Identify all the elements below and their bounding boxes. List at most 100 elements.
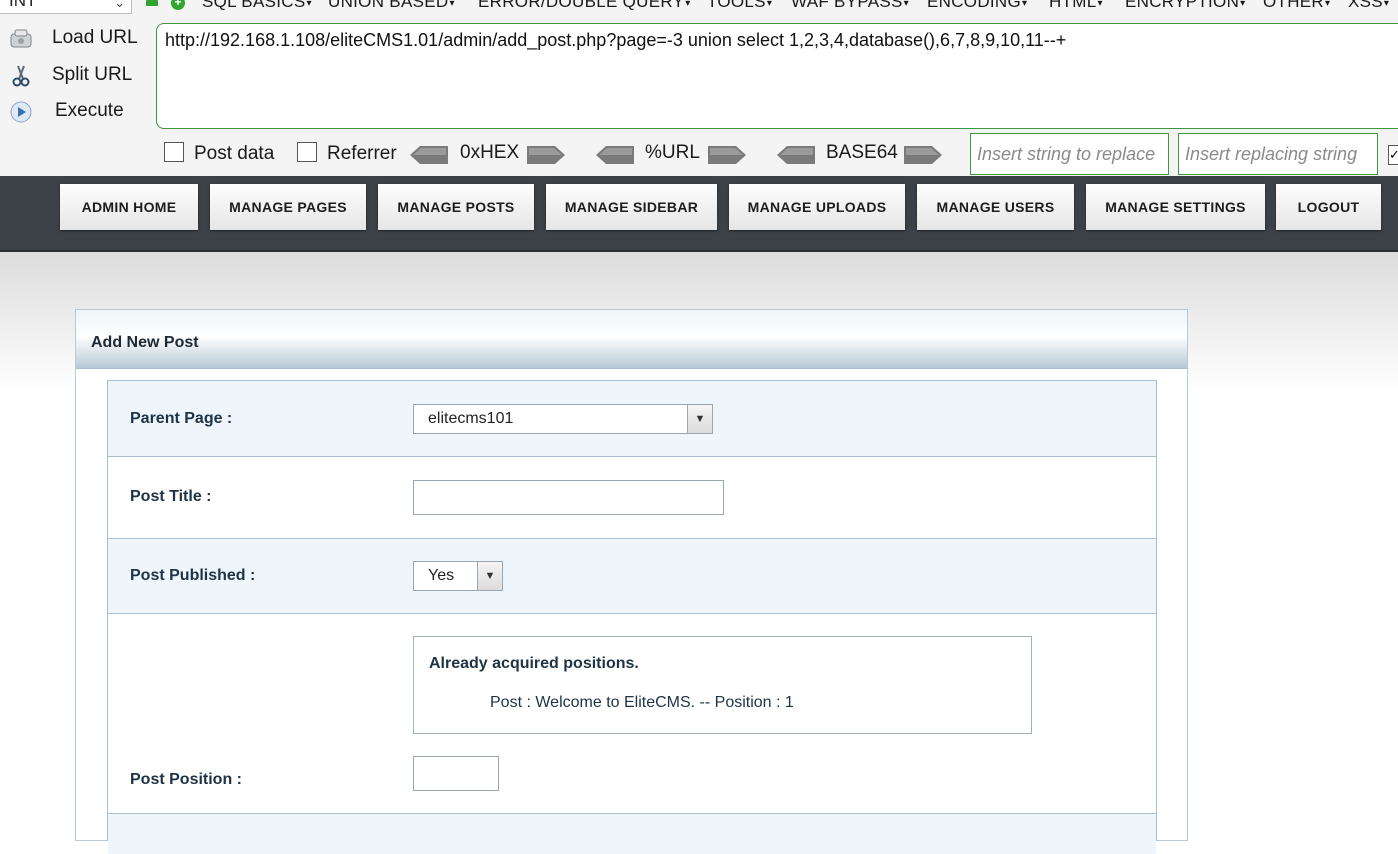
positions-list-item: Post : Welcome to EliteCMS. -- Position … [490, 694, 794, 711]
parent-page-row: Parent Page : elitecms101 ▼ [108, 381, 1156, 457]
parent-page-select[interactable]: elitecms101 ▼ [413, 404, 713, 434]
nav-manage-settings[interactable]: MANAGE SETTINGS [1086, 184, 1265, 230]
add-post-form: Parent Page : elitecms101 ▼ Post Title :… [107, 380, 1157, 854]
hex-label: 0xHEX [460, 142, 520, 163]
caret-icon: ▾ [449, 0, 455, 9]
menu-label: OTHER [1263, 0, 1324, 11]
post-published-select[interactable]: Yes ▼ [413, 561, 503, 591]
menu-label: ERROR/DOUBLE QUERY [478, 0, 685, 11]
menu-sql-basics[interactable]: SQL BASICS▾ [202, 0, 312, 12]
menu-label: WAF BYPASS [791, 0, 903, 11]
injection-type-value: INT [9, 0, 37, 10]
menu-label: HTML [1049, 0, 1097, 11]
nav-manage-posts[interactable]: MANAGE POSTS [378, 184, 534, 230]
plus-icon[interactable]: + [171, 0, 185, 10]
admin-nav-bar: ADMIN HOME MANAGE PAGES MANAGE POSTS MAN… [0, 176, 1398, 252]
scissors-icon [12, 65, 30, 87]
checkbox-square[interactable] [297, 141, 317, 162]
caret-icon: ▾ [903, 0, 909, 9]
post-title-label: Post Title : [130, 488, 212, 505]
next-form-row [108, 814, 1156, 854]
injection-type-select[interactable]: INT ⌄ [0, 0, 132, 14]
execute-label: Execute [55, 100, 124, 121]
arrow-left-icon[interactable] [777, 146, 815, 164]
split-url-button[interactable]: Split URL [4, 62, 154, 92]
caret-icon: ▾ [1383, 0, 1390, 9]
play-icon [10, 101, 32, 123]
menu-encryption[interactable]: ENCRYPTION▾ [1125, 0, 1245, 12]
caret-icon: ▾ [1022, 0, 1028, 9]
parent-page-value: elitecms101 [428, 410, 514, 427]
replace-all-checkbox[interactable]: ✓ [1388, 145, 1398, 165]
post-published-label: Post Published : [130, 567, 256, 584]
post-published-value: Yes [428, 567, 455, 584]
url-textarea[interactable]: http://192.168.1.108/eliteCMS1.01/admin/… [156, 23, 1398, 129]
acquired-positions-box: Already acquired positions. Post : Welco… [413, 636, 1032, 734]
page-content: Add New Post Parent Page : elitecms101 ▼… [0, 252, 1398, 854]
panel-header: Add New Post [76, 310, 1187, 369]
menu-error-double-query[interactable]: ERROR/DOUBLE QUERY▾ [478, 0, 691, 12]
replacing-string-input[interactable]: Insert replacing string [1178, 133, 1378, 175]
load-url-label: Load URL [52, 27, 138, 48]
nav-manage-users[interactable]: MANAGE USERS [917, 184, 1074, 230]
load-url-button[interactable]: Load URL [4, 25, 154, 55]
menu-label: ENCODING [927, 0, 1022, 11]
menu-label: SQL BASICS [202, 0, 306, 11]
url-encoder: %URL [596, 142, 746, 168]
menu-tools[interactable]: TOOLS▾ [707, 0, 772, 12]
post-position-input[interactable] [413, 756, 499, 791]
post-data-label: Post data [194, 143, 275, 164]
base64-label: BASE64 [826, 142, 898, 163]
post-title-input[interactable] [413, 480, 724, 515]
nav-admin-home[interactable]: ADMIN HOME [60, 184, 198, 230]
arrow-right-icon[interactable] [708, 146, 746, 164]
menu-label: XSS [1348, 0, 1383, 11]
nav-manage-uploads[interactable]: MANAGE UPLOADS [729, 184, 905, 230]
parent-page-label: Parent Page : [130, 410, 233, 427]
menu-xss[interactable]: XSS▾ [1348, 0, 1389, 12]
post-title-row: Post Title : [108, 457, 1156, 539]
hackbar-toolbar: INT ⌄ + SQL BASICS▾ UNION BASED▾ ERROR/D… [0, 0, 1398, 176]
arrow-right-icon[interactable] [527, 146, 565, 164]
caret-icon: ▾ [306, 0, 312, 9]
split-url-label: Split URL [52, 64, 133, 85]
chevron-down-icon: ▼ [687, 405, 712, 433]
post-position-label: Post Position : [130, 771, 242, 788]
chevron-down-icon: ▼ [477, 562, 502, 590]
menu-label: TOOLS [707, 0, 766, 11]
caret-icon: ▾ [1097, 0, 1103, 9]
nav-manage-pages[interactable]: MANAGE PAGES [210, 184, 366, 230]
menu-label: ENCRYPTION [1125, 0, 1240, 11]
add-post-panel: Add New Post Parent Page : elitecms101 ▼… [75, 309, 1188, 854]
load-url-icon [10, 29, 32, 48]
caret-icon: ▾ [685, 0, 691, 9]
page-title: Add New Post [91, 334, 199, 351]
replace-string-input[interactable]: Insert string to replace [970, 133, 1169, 175]
chevron-down-icon: ⌄ [114, 0, 125, 10]
post-published-row: Post Published : Yes ▼ [108, 539, 1156, 614]
base64-encoder: BASE64 [777, 142, 942, 168]
arrow-right-icon[interactable] [904, 146, 942, 164]
menu-waf-bypass[interactable]: WAF BYPASS▾ [791, 0, 909, 12]
menu-union-based[interactable]: UNION BASED▾ [328, 0, 455, 12]
minus-icon[interactable] [146, 0, 158, 6]
post-position-row: Already acquired positions. Post : Welco… [108, 614, 1156, 814]
menu-other[interactable]: OTHER▾ [1263, 0, 1330, 12]
caret-icon: ▾ [766, 0, 773, 9]
positions-heading: Already acquired positions. [429, 655, 639, 672]
caret-icon: ▾ [1240, 0, 1246, 9]
arrow-left-icon[interactable] [596, 146, 634, 164]
arrow-left-icon[interactable] [410, 146, 448, 164]
referrer-label: Referrer [327, 143, 397, 164]
post-data-checkbox[interactable]: Post data [164, 141, 275, 167]
hex-encoder: 0xHEX [410, 142, 565, 168]
checkbox-square[interactable] [164, 141, 184, 162]
nav-logout[interactable]: LOGOUT [1276, 184, 1381, 230]
menu-html[interactable]: HTML▾ [1049, 0, 1103, 12]
nav-manage-sidebar[interactable]: MANAGE SIDEBAR [546, 184, 717, 230]
referrer-checkbox[interactable]: Referrer [297, 141, 397, 167]
caret-icon: ▾ [1325, 0, 1331, 9]
execute-button[interactable]: Execute [4, 98, 154, 128]
menu-encoding[interactable]: ENCODING▾ [927, 0, 1027, 12]
url-encode-label: %URL [645, 142, 700, 163]
